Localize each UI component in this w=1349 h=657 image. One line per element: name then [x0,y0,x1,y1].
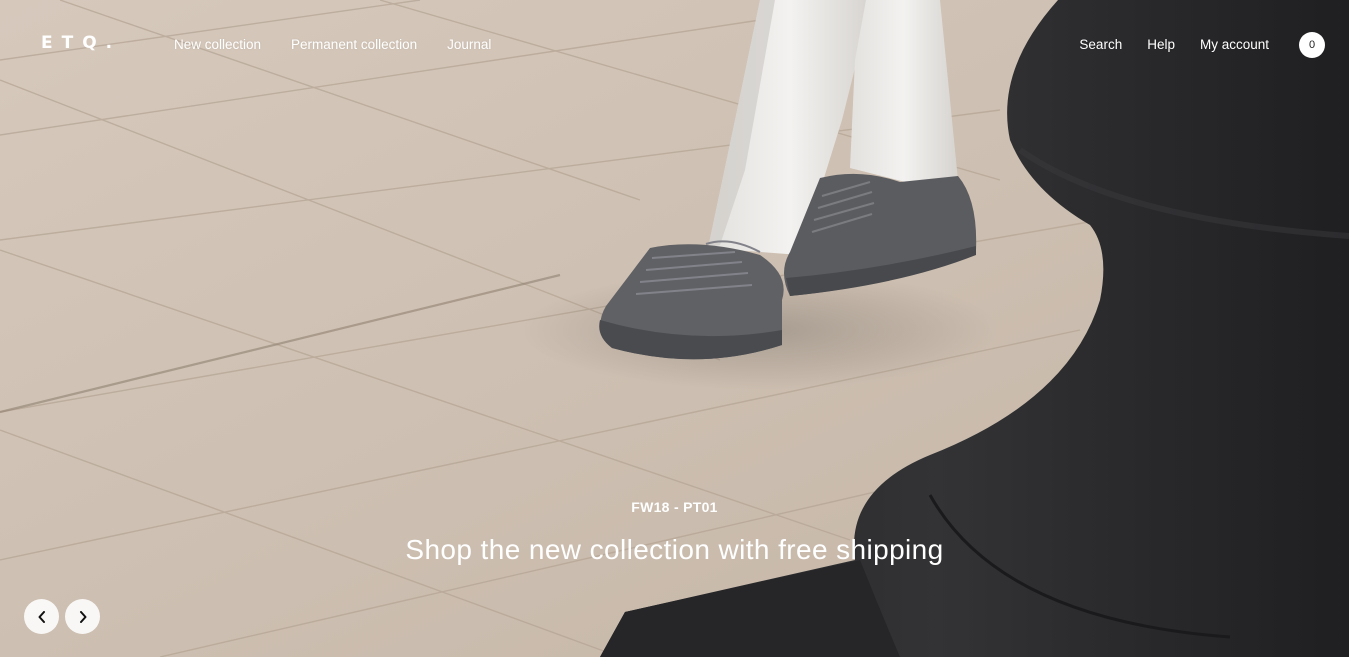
hero-headline-link[interactable]: Shop the new collection with free shippi… [0,533,1349,567]
brand-logo[interactable]: ETQ. [41,33,121,53]
nav-link-search[interactable]: Search [1079,36,1122,53]
chevron-right-icon [79,610,86,623]
chevron-left-icon [38,610,45,623]
hero-banner: ETQ. New collection Permanent collection… [0,0,1349,657]
nav-link-my-account[interactable]: My account [1200,36,1269,53]
site-header: ETQ. New collection Permanent collection… [0,0,1349,88]
utility-nav: Search Help My account [1079,36,1269,53]
nav-link-help[interactable]: Help [1147,36,1175,53]
hero-eyebrow: FW18 - PT01 [631,499,718,515]
nav-link-journal[interactable]: Journal [447,36,491,53]
slider-next-button[interactable] [65,599,100,634]
nav-link-permanent-collection[interactable]: Permanent collection [291,36,417,53]
nav-link-new-collection[interactable]: New collection [174,36,261,53]
cart-count-badge[interactable]: 0 [1299,32,1325,58]
primary-nav: New collection Permanent collection Jour… [174,36,491,53]
slider-prev-button[interactable] [24,599,59,634]
